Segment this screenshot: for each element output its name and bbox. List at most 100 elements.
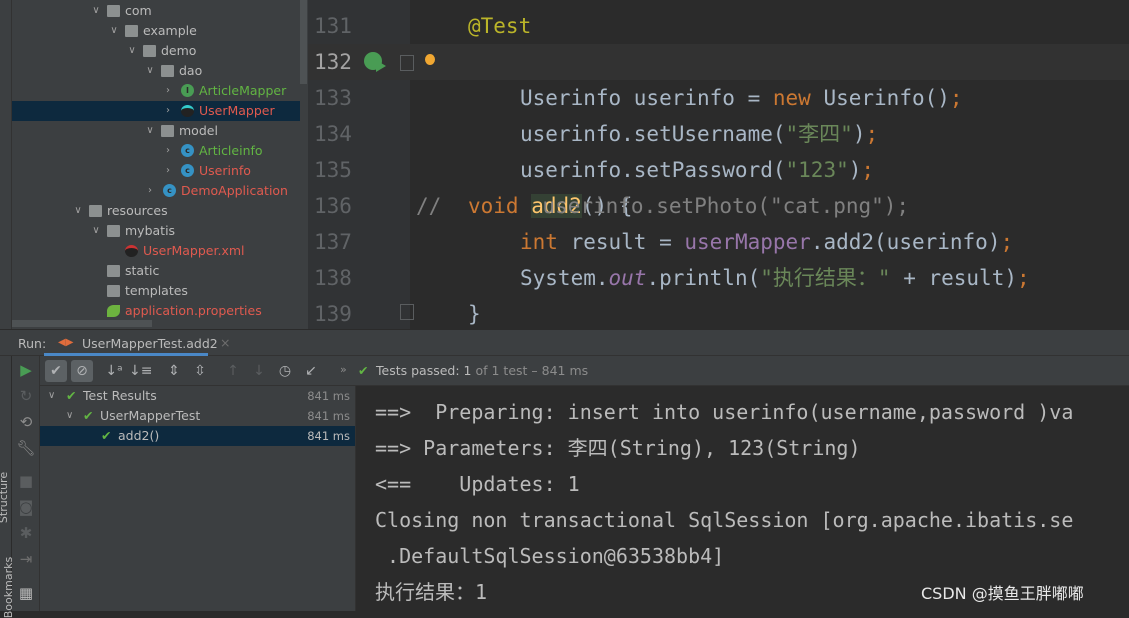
tree-node[interactable]: UserMapper.xml (12, 241, 300, 261)
test-node-selected[interactable]: ✔ add2() 841 ms (40, 426, 355, 446)
line-number: 135 (314, 158, 352, 182)
tree-node[interactable]: › I ArticleMapper (12, 81, 300, 101)
tree-node[interactable]: ∨ mybatis (12, 221, 300, 241)
chevron-right-icon[interactable]: › (163, 101, 173, 121)
tree-node[interactable]: › UserMapper (12, 101, 300, 121)
package-icon (161, 65, 174, 77)
expand-all-icon[interactable]: ⇕ (163, 360, 185, 382)
bookmarks-tab[interactable]: Bookmarks (2, 557, 15, 618)
tree-node-label: mybatis (125, 223, 176, 238)
tree-node[interactable]: › c Articleinfo (12, 141, 300, 161)
show-ignored-icon[interactable]: ⊘ (71, 360, 93, 382)
tree-node[interactable]: ∨ resources (12, 201, 300, 221)
test-history-icon[interactable]: ◷ (274, 360, 296, 382)
code-text: } (468, 302, 481, 326)
chevron-down-icon[interactable]: ∨ (127, 41, 137, 61)
test-node[interactable]: ∨ ✔ UserMapperTest 841 ms (40, 406, 355, 426)
spring-leaf-icon (107, 305, 120, 317)
tree-node[interactable]: templates (12, 281, 300, 301)
rerun-failed-icon[interactable]: ↻ (14, 387, 38, 405)
chevron-down-icon[interactable]: ∨ (145, 61, 155, 81)
code-text: ) (852, 122, 866, 146)
console-output[interactable]: . [ , , , ==> Preparing: insert into use… (355, 386, 1129, 611)
close-tab-icon[interactable]: × (220, 335, 230, 350)
more-icon[interactable]: » (340, 363, 347, 376)
debug-icon[interactable]: ✱ (14, 524, 38, 542)
project-vertical-scrollbar[interactable] (300, 0, 307, 84)
code-line: 135 userinfo.setPassword("123"); (308, 152, 1129, 188)
keyword: int (520, 230, 558, 254)
tree-node[interactable]: ∨ demo (12, 41, 300, 61)
tree-node[interactable]: static (12, 261, 300, 281)
next-failed-icon[interactable]: ↓ (248, 360, 270, 382)
chevron-down-icon[interactable]: ∨ (66, 406, 73, 426)
chevron-down-icon[interactable]: ∨ (91, 1, 101, 21)
chevron-down-icon[interactable]: ∨ (48, 386, 55, 406)
stop-icon[interactable]: ■ (14, 472, 38, 490)
camera-icon[interactable]: ◙ (14, 498, 38, 516)
passed-check-icon: ✔ (66, 388, 77, 403)
sort-by-duration-icon[interactable]: ↓≡ (129, 360, 152, 382)
chevron-right-icon[interactable]: › (163, 141, 173, 161)
fold-icon[interactable] (400, 55, 414, 71)
status-prefix: Tests passed: (376, 363, 460, 378)
folder-icon (89, 205, 102, 217)
chevron-down-icon[interactable]: ∨ (73, 201, 83, 221)
package-icon (161, 125, 174, 137)
chevron-down-icon[interactable]: ∨ (145, 121, 155, 141)
previous-failed-icon[interactable]: ↑ (222, 360, 244, 382)
console-line: Closing non transactional SqlSession [or… (375, 508, 1074, 532)
tree-node[interactable]: › c DemoApplication (12, 181, 300, 201)
layout-icon[interactable]: ▦ (14, 584, 38, 602)
tree-node-label: example (143, 23, 197, 38)
run-tab-label: UserMapperTest.add2 (82, 336, 218, 351)
tree-node[interactable]: ∨ com (12, 1, 300, 21)
tree-node-label: static (125, 263, 160, 278)
run-tab[interactable]: ◀▶ UserMapperTest.add2 × (44, 330, 230, 356)
toggle-auto-test-icon[interactable]: ⟲ (14, 413, 38, 431)
tree-node[interactable]: application.properties (12, 301, 300, 321)
semicolon: ; (1016, 266, 1030, 290)
settings-wrench-icon[interactable]: 🔧︎ (14, 439, 38, 457)
line-number: 136 (314, 194, 352, 218)
run-label: Run: (18, 336, 47, 351)
tree-node-label: ArticleMapper (199, 83, 287, 98)
tree-node[interactable]: ∨ dao (12, 61, 300, 81)
project-horizontal-scrollbar[interactable] (12, 320, 152, 327)
chevron-right-icon[interactable]: › (163, 81, 173, 101)
show-passed-icon[interactable]: ✔ (45, 360, 67, 382)
mybatis-icon (125, 245, 138, 257)
code-text: Userinfo() (810, 86, 950, 110)
console-line: ==> Parameters: 李四(String), 123(String) (375, 436, 861, 460)
structure-tab[interactable]: Structure (0, 472, 10, 523)
chevron-right-icon[interactable]: › (163, 161, 173, 181)
folder-icon (107, 225, 120, 237)
collapse-all-icon[interactable]: ⇳ (189, 360, 211, 382)
tree-node[interactable]: › c Userinfo (12, 161, 300, 181)
chevron-down-icon[interactable]: ∨ (91, 221, 101, 241)
tree-node[interactable]: ∨ model (12, 121, 300, 141)
string: "123" (785, 158, 849, 182)
folder-icon (107, 265, 120, 277)
run-test-play-icon[interactable] (376, 60, 386, 72)
tree-node[interactable]: ∨ example (12, 21, 300, 41)
export-icon[interactable]: ⇥ (14, 550, 38, 568)
fold-icon[interactable] (400, 304, 414, 320)
import-tests-icon[interactable]: ↙ (300, 360, 322, 382)
code-line: 138 System.out.println("执行结果：" + result); (308, 260, 1129, 296)
comment: // userinfo.setPhoto("cat.png"); (416, 194, 910, 218)
code-editor[interactable]: 131 @Test 132 void add2() { 133 Userinfo u… (308, 0, 1129, 329)
chevron-right-icon[interactable]: › (145, 181, 155, 201)
rerun-icon[interactable]: ▶ (14, 361, 38, 379)
package-icon (125, 25, 138, 37)
semicolon: ; (949, 86, 963, 110)
test-node[interactable]: ∨ ✔ Test Results 841 ms (40, 386, 355, 406)
tree-node-label: resources (107, 203, 168, 218)
status-count: 1 (463, 363, 472, 378)
chevron-down-icon[interactable]: ∨ (109, 21, 119, 41)
sort-alphabetically-icon[interactable]: ↓ᵃ (103, 360, 125, 382)
lightbulb-icon[interactable] (425, 54, 435, 65)
project-tree: ∨ com ∨ example ∨ demo ∨ dao › I ArticleMapper › Use… (0, 0, 308, 329)
code-text: .add2(userinfo) (810, 230, 1001, 254)
test-status: Tests passed: 1 of 1 test – 841 ms (376, 363, 588, 378)
